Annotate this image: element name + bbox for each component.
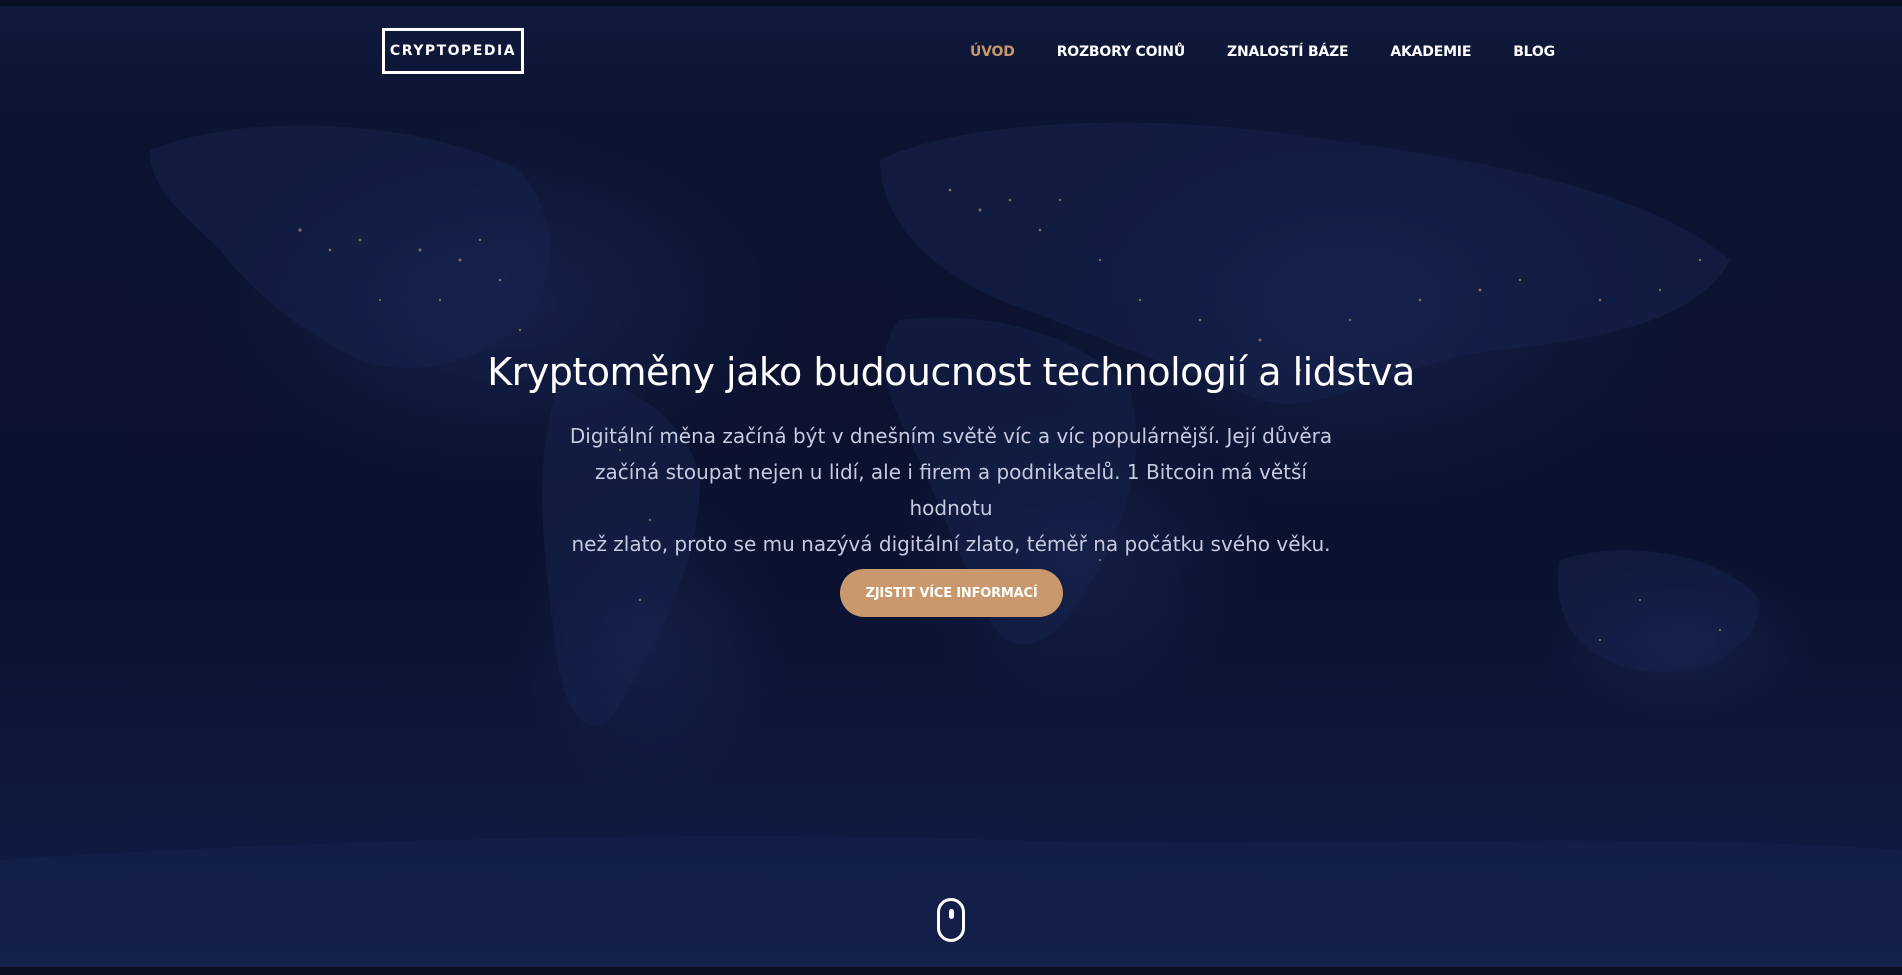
mouse-wheel-dot: [949, 909, 954, 919]
hero-description-line-2: začíná stoupat nejen u lidí, ale i firem…: [595, 460, 1307, 520]
nav-item-blog[interactable]: BLOG: [1513, 44, 1555, 60]
nav-item-akademie[interactable]: AKADEMIE: [1390, 44, 1471, 60]
hero-description-line-1: Digitální měna začíná být v dnešním svět…: [569, 424, 1333, 448]
mouse-scroll-icon[interactable]: [937, 898, 965, 942]
site-logo[interactable]: CRYPTOPEDIA: [382, 28, 524, 74]
nav-item-znalosti-baze[interactable]: ZNALOSTÍ BÁZE: [1227, 44, 1349, 60]
hero-title: Kryptoměny jako budoucnost technologií a…: [487, 350, 1415, 394]
learn-more-button[interactable]: ZJISTIT VÍCE INFORMACÍ: [840, 569, 1063, 617]
nav-item-rozbory-coinu[interactable]: ROZBORY COINŮ: [1057, 44, 1186, 60]
hero-description: Digitální měna začíná být v dnešním svět…: [551, 418, 1351, 562]
bottom-edge: [0, 967, 1902, 975]
main-nav: ÚVOD ROZBORY COINŮ ZNALOSTÍ BÁZE AKADEMI…: [970, 44, 1555, 60]
hero-section: CRYPTOPEDIA ÚVOD ROZBORY COINŮ ZNALOSTÍ …: [0, 0, 1902, 975]
hero-description-line-3: než zlato, proto se mu nazývá digitální …: [571, 532, 1331, 556]
nav-item-uvod[interactable]: ÚVOD: [970, 44, 1015, 60]
